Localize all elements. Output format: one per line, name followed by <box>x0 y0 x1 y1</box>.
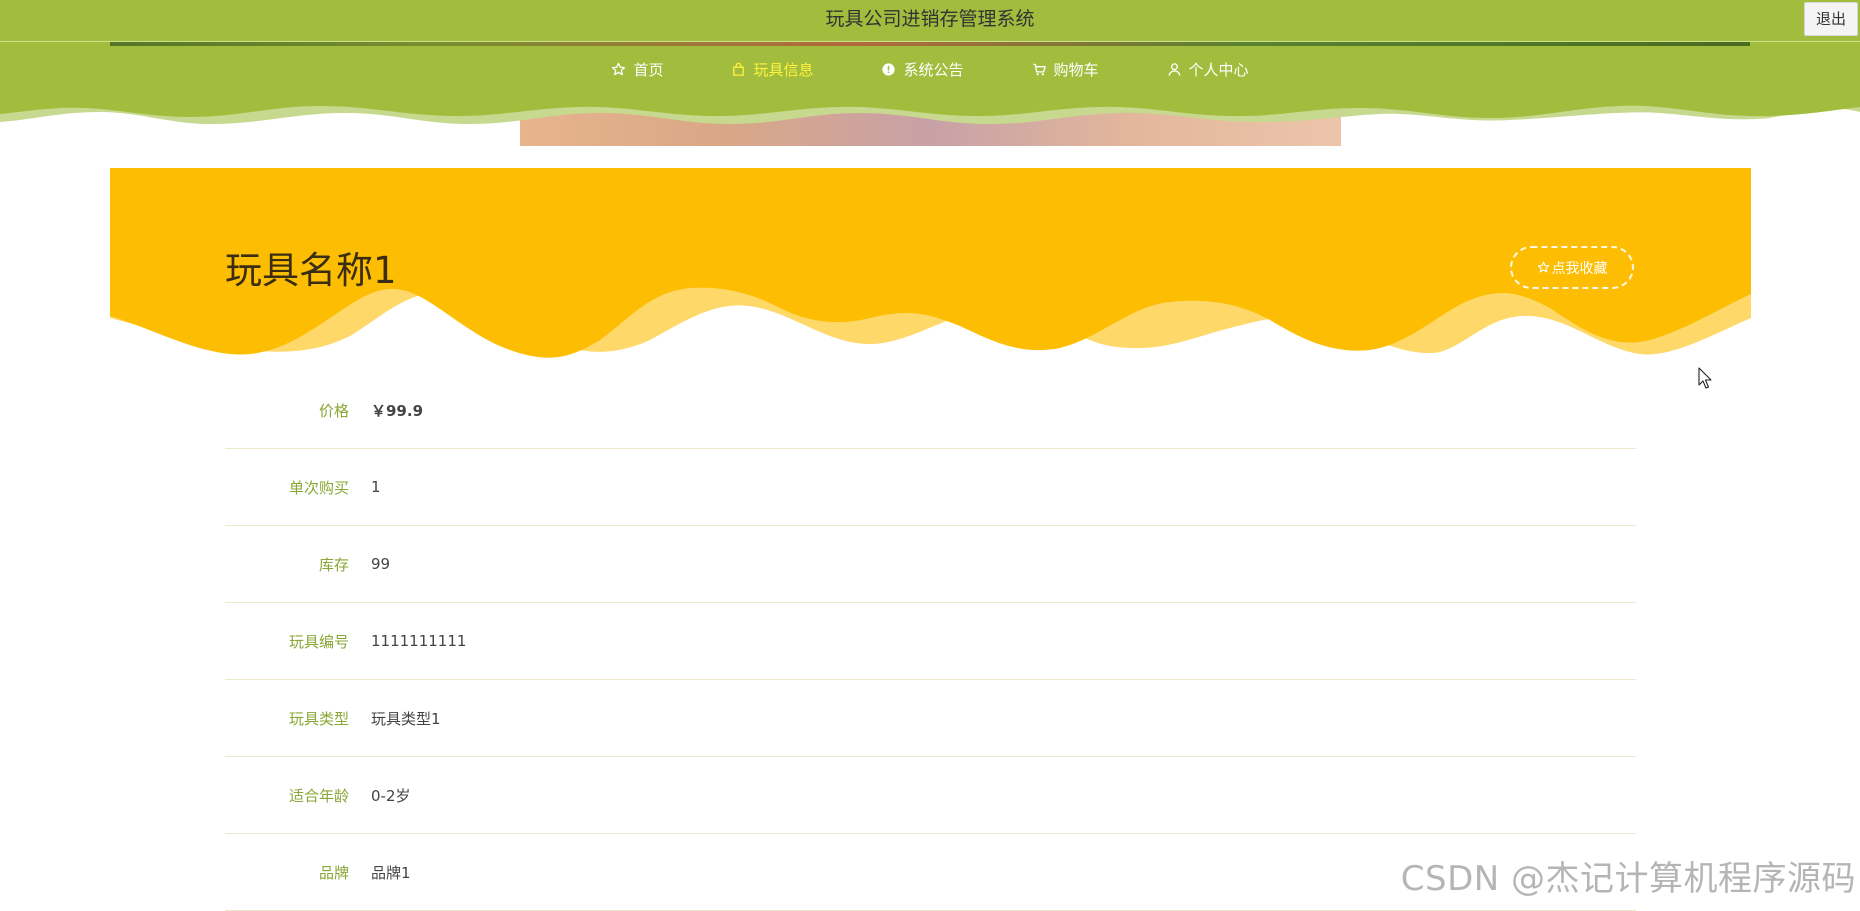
nav-item-announcements[interactable]: 系统公告 <box>881 52 964 86</box>
detail-row-purchase-limit: 单次购买 1 <box>225 449 1636 526</box>
detail-label: 价格 <box>318 401 349 420</box>
nav-item-profile[interactable]: 个人中心 <box>1167 52 1249 86</box>
nav-item-label: 玩具信息 <box>753 60 814 79</box>
star-outline-icon <box>612 62 626 75</box>
alert-circle-icon <box>882 62 896 76</box>
app-title: 玩具公司进销存管理系统 <box>825 8 1035 30</box>
nav-item-label: 购物车 <box>1053 60 1099 79</box>
bag-icon <box>733 62 745 76</box>
nav-item-label: 个人中心 <box>1188 60 1249 79</box>
detail-label: 适合年龄 <box>288 786 349 805</box>
site-header: 玩具公司进销存管理系统 退出 首页 玩具信息 系统公告 购物车 个人中心 <box>0 0 1860 146</box>
detail-row-price: 价格 ￥99.9 <box>225 372 1636 449</box>
detail-label: 品牌 <box>318 863 349 882</box>
title-bar: 玩具公司进销存管理系统 退出 <box>0 0 1860 42</box>
detail-row-toy-type: 玩具类型 玩具类型1 <box>225 680 1636 757</box>
mouse-cursor-icon <box>1698 367 1712 389</box>
nav-item-cart[interactable]: 购物车 <box>1032 52 1099 86</box>
detail-row-toy-number: 玩具编号 1111111111 <box>225 603 1636 680</box>
product-name: 玩具名称1 <box>225 249 397 292</box>
favorite-button-label: 点我收藏 <box>1551 260 1608 277</box>
cart-icon <box>1032 63 1046 75</box>
watermark: CSDN @杰记计算机程序源码 <box>1400 859 1856 899</box>
detail-value: 0-2岁 <box>371 786 411 805</box>
detail-value: 玩具类型1 <box>371 709 441 728</box>
nav-item-toy-info[interactable]: 玩具信息 <box>731 52 813 86</box>
nav-item-label: 系统公告 <box>903 60 964 79</box>
star-outline-icon <box>1537 261 1549 273</box>
favorite-button[interactable]: 点我收藏 <box>1510 246 1634 289</box>
main-nav: 首页 玩具信息 系统公告 购物车 个人中心 <box>0 52 1860 86</box>
detail-row-stock: 库存 99 <box>225 526 1636 603</box>
logout-button[interactable]: 退出 <box>1804 2 1858 36</box>
banner-image-strip <box>110 42 1750 46</box>
detail-value: ￥99.9 <box>371 401 424 420</box>
detail-label: 玩具类型 <box>288 709 349 728</box>
detail-value: 品牌1 <box>371 863 411 882</box>
detail-value: 1111111111 <box>371 632 467 650</box>
detail-label: 单次购买 <box>288 478 349 497</box>
detail-label: 库存 <box>318 555 349 574</box>
nav-item-label: 首页 <box>633 60 664 79</box>
detail-label: 玩具编号 <box>288 632 349 651</box>
detail-value: 99 <box>371 555 391 573</box>
user-icon <box>1168 62 1180 76</box>
detail-value: 1 <box>371 478 381 496</box>
detail-row-age-range: 适合年龄 0-2岁 <box>225 757 1636 834</box>
nav-item-home[interactable]: 首页 <box>611 52 663 86</box>
product-details: 价格 ￥99.9 单次购买 1 库存 99 玩具编号 1111111111 玩具… <box>225 372 1636 911</box>
